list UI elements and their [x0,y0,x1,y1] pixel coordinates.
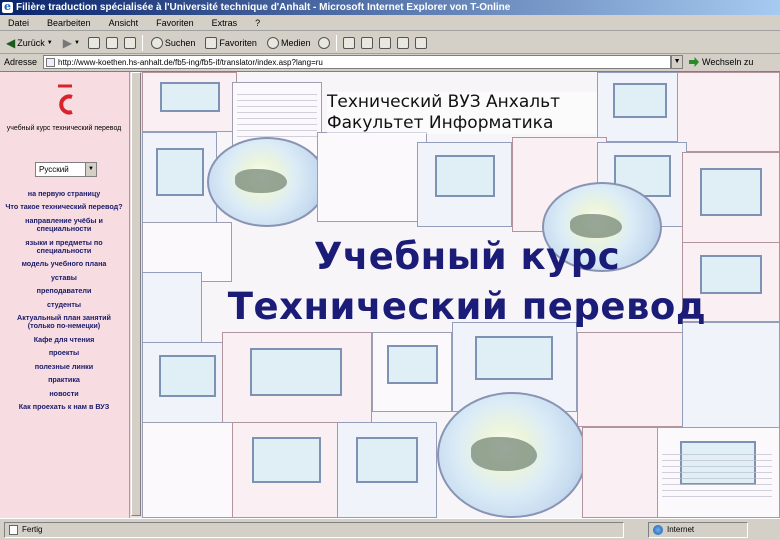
status-text: Fertig [22,525,43,534]
discuss-icon[interactable] [397,36,410,49]
nav-teachers[interactable]: преподаватели [0,286,128,295]
chevron-down-icon: ▼ [85,163,96,176]
toolbar-separator [141,34,143,51]
nav-languages-subjects[interactable]: языки и предметы по специальности [0,238,128,256]
logo-caption: учебный курс технический перевод [6,125,122,132]
faculty-name: Факультет Информатика [327,113,554,133]
nav-study-direction[interactable]: направление учёбы и специальности [0,216,128,234]
search-icon [150,36,163,49]
chevron-down-icon: ▼ [73,39,80,46]
university-logo-icon [58,84,73,115]
go-arrow-icon [689,57,700,67]
toolbar: ◀ Zurück ▼ ▶ ▼ Suchen Favoriten Medien [0,32,780,54]
go-label: Wechseln zu [702,57,754,67]
stop-icon[interactable] [87,36,100,49]
back-button[interactable]: ◀ Zurück ▼ [4,34,55,52]
language-value: Русский [39,165,69,174]
nav-reading-cafe[interactable]: Кафе для чтения [0,335,128,344]
menu-help[interactable]: ? [255,18,260,28]
messenger-icon[interactable] [415,36,428,49]
nav-home[interactable]: на первую страницу [0,189,128,198]
address-dropdown-button[interactable]: ▼ [671,55,684,69]
university-heading: Технический ВУЗ Анхальт Факультет Информ… [327,92,597,134]
favorites-button[interactable]: Favoriten [203,34,259,52]
page-icon [9,524,18,535]
page-icon [46,58,56,67]
menu-edit[interactable]: Bearbeiten [47,18,91,28]
forward-arrow-icon: ▶ [62,35,72,50]
edit-icon[interactable] [379,36,392,49]
forward-button[interactable]: ▶ ▼ [61,34,82,52]
internet-zone-icon [653,524,663,535]
search-button[interactable]: Suchen [149,34,198,52]
nav-news[interactable]: новости [0,389,128,398]
internet-explorer-icon [2,0,13,14]
nav-what-is-translation[interactable]: Что такое технический перевод? [0,202,128,211]
main-content-frame: Технический ВУЗ Анхальт Факультет Информ… [142,72,780,518]
favorites-icon [205,36,218,49]
nav-curriculum-model[interactable]: модель учебного плана [0,260,128,269]
left-nav-menu: на первую страницу Что такое технический… [0,189,128,416]
status-panel: Fertig [4,521,624,538]
nav-projects[interactable]: проекты [0,348,128,357]
nav-internship[interactable]: практика [0,375,128,384]
course-title-line1: Учебный курс [313,235,621,278]
back-label: Zurück [17,37,45,48]
nav-directions[interactable]: Как проехать к нам в ВУЗ [0,402,128,411]
language-select[interactable]: Русский ▼ [35,162,97,177]
window-title: Filière traduction spécialisée à l'Unive… [16,2,511,13]
menu-bar: Datei Bearbeiten Ansicht Favoriten Extra… [0,15,780,31]
status-bar: Fertig Internet [0,518,780,540]
nav-timetable[interactable]: Актуальный план занятий (только по-немец… [0,313,128,331]
print-icon[interactable] [361,36,374,49]
home-icon[interactable] [123,36,136,49]
menu-view[interactable]: Ansicht [109,18,139,28]
window-title-bar: Filière traduction spécialisée à l'Unive… [0,0,780,15]
nav-useful-links[interactable]: полезные линки [0,362,128,371]
chevron-down-icon: ▼ [46,39,53,46]
media-button[interactable]: Medien [265,34,313,52]
media-label: Medien [280,37,311,48]
address-input[interactable]: http://www-koethen.hs-anhalt.de/fb5-ing/… [43,55,672,69]
search-label: Suchen [164,37,196,48]
menu-tools[interactable]: Extras [212,18,238,28]
security-zone: Internet [648,521,748,538]
address-url: http://www-koethen.hs-anhalt.de/fb5-ing/… [58,57,323,67]
university-name: Технический ВУЗ Анхальт [327,92,561,112]
refresh-icon[interactable] [105,36,118,49]
media-icon [266,36,279,49]
back-arrow-icon: ◀ [6,35,16,50]
scrollbar-thumb[interactable] [131,72,141,516]
zone-label: Internet [667,525,695,534]
mail-icon[interactable] [343,36,356,49]
toolbar-separator [336,34,338,51]
course-title-line2: Технический перевод [227,285,707,328]
go-button[interactable]: Wechseln zu [689,57,753,67]
history-icon[interactable] [318,36,331,49]
nav-students[interactable]: студенты [0,300,128,309]
menu-favorites[interactable]: Favoriten [156,18,194,28]
menu-file[interactable]: Datei [8,18,29,28]
left-nav-frame: учебный курс технический перевод Русский… [0,72,130,518]
favorites-label: Favoriten [219,37,257,48]
address-label: Adresse [4,57,38,67]
course-title: Учебный курс Технический перевод [172,232,762,332]
nav-regulations[interactable]: уставы [0,273,128,282]
frame-scrollbar[interactable] [130,72,142,518]
browser-content: учебный курс технический перевод Русский… [0,71,780,518]
address-bar: Adresse http://www-koethen.hs-anhalt.de/… [0,54,780,70]
